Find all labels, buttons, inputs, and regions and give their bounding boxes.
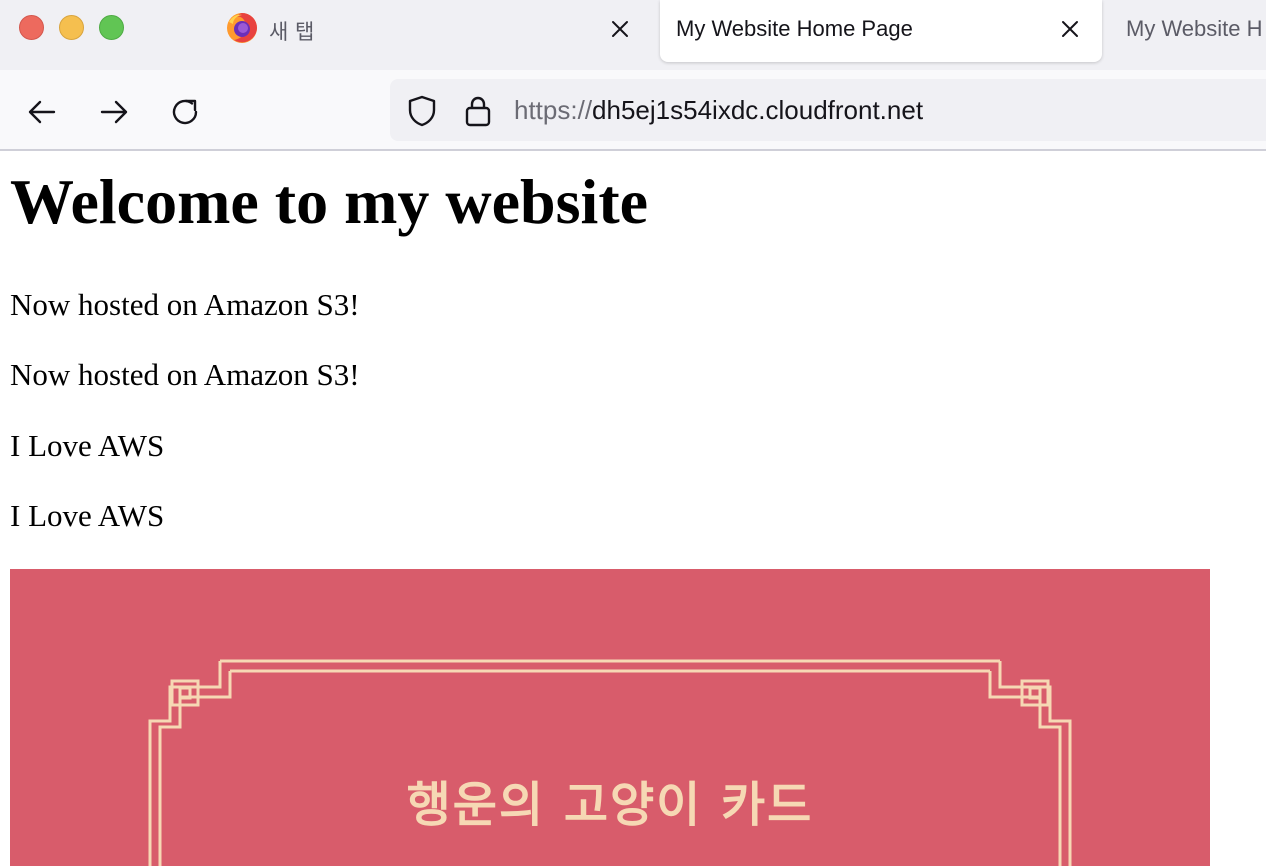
paragraph: I Love AWS: [10, 428, 165, 463]
tab-new-tab[interactable]: 새 탭: [214, 0, 646, 62]
close-icon[interactable]: [605, 14, 635, 44]
page-content: Welcome to my website Now hosted on Amaz…: [0, 153, 1266, 866]
tab-my-website-third[interactable]: My Website H: [1114, 0, 1266, 62]
close-icon[interactable]: [1055, 14, 1085, 44]
address-bar[interactable]: https://dh5ej1s54ixdc.cloudfront.net: [390, 79, 1266, 141]
tab-label: 새 탭: [269, 20, 315, 44]
paragraph: Now hosted on Amazon S3!: [10, 287, 360, 322]
shield-icon[interactable]: [406, 94, 438, 128]
reload-icon[interactable]: [166, 92, 206, 132]
arrow-right-icon[interactable]: [94, 92, 134, 132]
lock-icon[interactable]: [464, 94, 492, 128]
url-scheme: https://: [514, 95, 593, 125]
window-close-button[interactable]: [19, 15, 44, 40]
paragraph: I Love AWS: [10, 498, 165, 533]
tab-strip: 새 탭 My Website Home Page My Website H: [0, 0, 1266, 70]
tab-label: My Website Home Page: [676, 16, 913, 41]
tab-my-website-home-page[interactable]: My Website Home Page: [660, 0, 1102, 62]
url-host: dh5ej1s54ixdc.cloudfront.net: [592, 95, 924, 125]
window-minimize-button[interactable]: [59, 15, 84, 40]
card-title: 행운의 고양이 카드: [406, 777, 814, 833]
paragraph: Now hosted on Amazon S3!: [10, 357, 360, 392]
arrow-left-icon[interactable]: [22, 92, 62, 132]
window-maximize-button[interactable]: [99, 15, 124, 40]
navigation-toolbar: https://dh5ej1s54ixdc.cloudfront.net: [0, 70, 1266, 151]
url-text[interactable]: https://dh5ej1s54ixdc.cloudfront.net: [514, 95, 923, 126]
page-heading: Welcome to my website: [10, 166, 649, 237]
lucky-cat-card-image: 행운의 고양이 카드: [10, 569, 1210, 866]
tab-label: My Website H: [1126, 16, 1263, 41]
firefox-icon: [227, 13, 257, 43]
